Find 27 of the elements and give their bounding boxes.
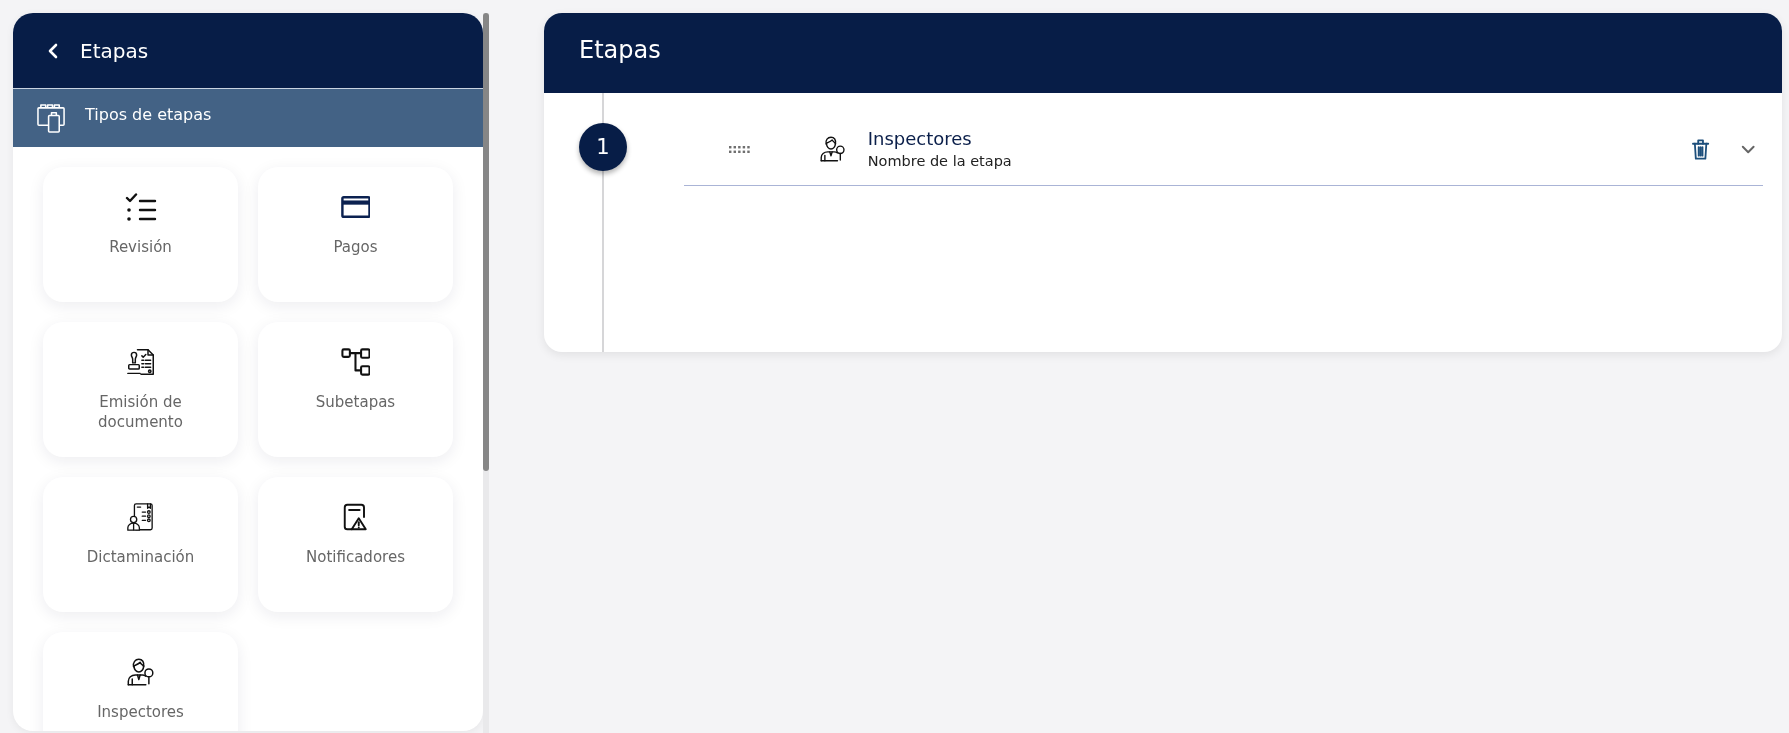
- stamp-document-icon: [126, 348, 155, 376]
- person-magnifier-icon: [126, 658, 155, 686]
- panel-title: Etapas: [579, 36, 661, 64]
- person-checklist-icon: [127, 503, 154, 531]
- credit-card-icon: [340, 193, 371, 221]
- sidebar-title: Etapas: [80, 38, 149, 63]
- stage-type-card[interactable]: Notificadores: [258, 477, 453, 612]
- stage-type-card[interactable]: Dictaminación: [43, 477, 238, 612]
- stage-type-card[interactable]: Pagos: [258, 167, 453, 302]
- documents-icon: [37, 103, 66, 133]
- chevron-down-icon[interactable]: [1740, 144, 1755, 154]
- drag-handle-icon[interactable]: [729, 145, 750, 153]
- stage-title: Inspectores: [867, 127, 973, 151]
- stage-type-card[interactable]: Revisión: [43, 167, 238, 302]
- step-number: 1: [579, 123, 627, 171]
- stage-type-card[interactable]: Emisión de documento: [43, 322, 238, 457]
- stage-subtitle: Nombre de la etapa: [867, 152, 1013, 171]
- checklist-icon: [124, 193, 157, 221]
- document-warning-icon: [343, 503, 368, 531]
- stage-type-card[interactable]: Inspectores: [43, 632, 238, 731]
- trash-icon[interactable]: [1692, 138, 1710, 160]
- scrollbar-thumb[interactable]: [483, 13, 489, 471]
- person-magnifier-icon: [819, 136, 846, 162]
- hierarchy-icon: [340, 348, 371, 376]
- stage-type-card[interactable]: Subetapas: [258, 322, 453, 457]
- back-icon[interactable]: [47, 42, 59, 59]
- section-title: Tipos de etapas: [85, 104, 212, 124]
